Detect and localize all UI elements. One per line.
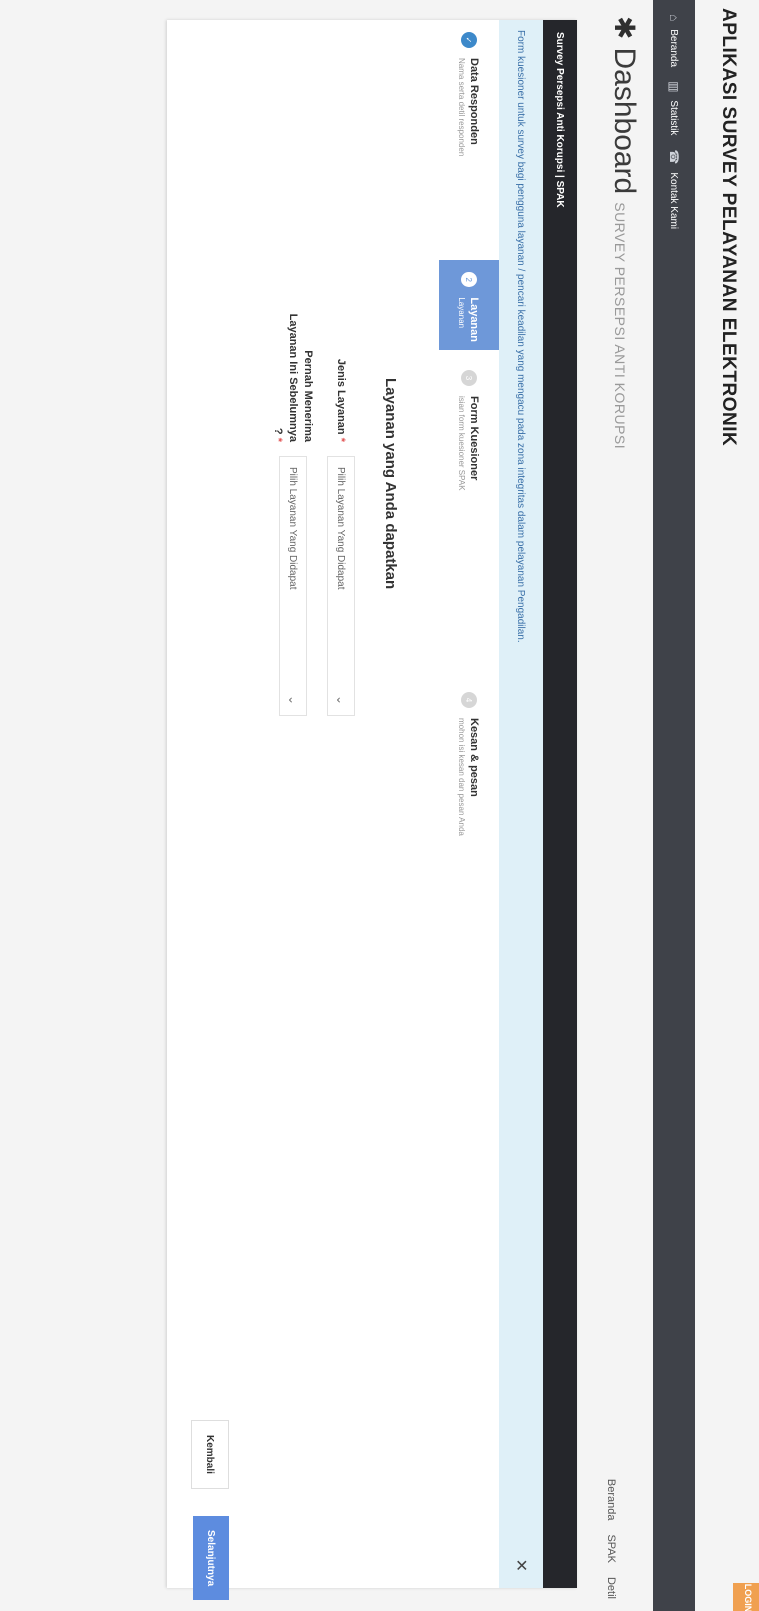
gear-icon: ✱	[609, 16, 640, 40]
required-mark: *	[335, 437, 348, 442]
nav-label: Kontak Kami	[668, 172, 680, 230]
step-layanan[interactable]: 2 Layanan Layanan	[439, 260, 499, 350]
step-title: Layanan	[468, 297, 481, 342]
select-placeholder: Pilih Layanan Yang Didapat	[335, 467, 347, 590]
nav-label: Statistik	[668, 100, 680, 136]
nav-item-beranda[interactable]: ⌂ Beranda	[667, 14, 681, 67]
step-title: Data Responden	[468, 58, 481, 145]
info-text: Form kuesioner untuk survey bagi penggun…	[515, 30, 527, 643]
next-button[interactable]: Selanjutnya	[193, 1516, 229, 1601]
page-title: Dashboard	[608, 47, 641, 195]
chevron-down-icon: ⌄	[285, 694, 300, 705]
breadcrumb-detil[interactable]: Detil	[605, 1577, 617, 1599]
field-label-text: Jenis Layanan	[335, 358, 348, 435]
step-subtitle: mohon isi kesan dan pesan Anda	[457, 718, 467, 836]
back-button[interactable]: Kembali	[191, 1420, 229, 1489]
breadcrumb-spak[interactable]: SPAK	[605, 1534, 617, 1563]
home-icon: ⌂	[667, 14, 681, 22]
form-title: Layanan yang Anda dapatkan	[382, 378, 399, 590]
nav-item-kontak[interactable]: ☎ Kontak Kami	[667, 149, 681, 229]
nav-item-statistik[interactable]: ▥ Statistik	[667, 81, 681, 135]
breadcrumb-beranda[interactable]: Beranda	[605, 1479, 617, 1521]
info-alert: Form kuesioner untuk survey bagi penggun…	[499, 20, 543, 1588]
panel-header: Survey Persepsi Anti Korupsi | SPAK	[543, 20, 577, 1588]
step-subtitle: Layanan	[457, 297, 467, 329]
select-placeholder: Pilih Layanan Yang Didapat	[287, 467, 299, 590]
step-form-kuesioner[interactable]: 3 Form Kuesioner isian form kuesioner SP…	[439, 350, 499, 680]
field-label: Jenis Layanan *	[334, 312, 349, 442]
step-number: 3	[461, 370, 477, 386]
field-label: Pernah Menerima Layanan Ini Sebelumnya ?…	[270, 312, 315, 442]
wizard-steps: ✓ Data Responden Nama serta detil respon…	[439, 20, 499, 1588]
form-row-pernah-menerima: Pernah Menerima Layanan Ini Sebelumnya ?…	[270, 312, 315, 716]
jenis-layanan-select[interactable]: Pilih Layanan Yang Didapat ⌄	[327, 456, 355, 716]
required-mark: *	[272, 437, 285, 442]
nav-label: Beranda	[668, 29, 680, 68]
step-data-responden[interactable]: ✓ Data Responden Nama serta detil respon…	[439, 20, 499, 260]
screen: APLIKASI SURVEY PELAYANAN ELEKTRONIK LOG…	[0, 0, 759, 1611]
step-title: Form Kuesioner	[468, 396, 481, 481]
dashboard-header: ✱ Dashboard SURVEY PERSEPSI ANTI KORUPSI	[607, 16, 641, 449]
field-label-text: Pernah Menerima Layanan Ini Sebelumnya ?	[272, 313, 314, 442]
app-title: APLIKASI SURVEY PELAYANAN ELEKTRONIK	[718, 8, 739, 447]
check-icon: ✓	[461, 32, 477, 48]
page-subtitle: SURVEY PERSEPSI ANTI KORUPSI	[612, 202, 628, 450]
step-subtitle: isian form kuesioner SPAK	[457, 396, 467, 491]
rotated-page: APLIKASI SURVEY PELAYANAN ELEKTRONIK LOG…	[0, 0, 759, 1611]
breadcrumb: Beranda SPAK Detil	[605, 1479, 617, 1599]
step-subtitle: Nama serta detil responden	[457, 58, 467, 157]
chart-icon: ▥	[667, 81, 681, 93]
login-button[interactable]: LOGIN	[733, 1583, 759, 1611]
step-number: 2	[461, 272, 477, 288]
close-icon[interactable]: ✕	[511, 1559, 531, 1572]
navbar: ⌂ Beranda ▥ Statistik ☎ Kontak Kami	[653, 0, 695, 1611]
survey-panel: Survey Persepsi Anti Korupsi | SPAK Form…	[167, 20, 577, 1601]
step-kesan-pesan[interactable]: 4 Kesan & pesan mohon isi kesan dan pesa…	[439, 680, 499, 992]
phone-icon: ☎	[667, 149, 681, 165]
step-number: 4	[461, 692, 477, 708]
form-row-jenis-layanan: Jenis Layanan * Pilih Layanan Yang Didap…	[327, 312, 355, 716]
pernah-menerima-select[interactable]: Pilih Layanan Yang Didapat ⌄	[278, 456, 307, 716]
chevron-down-icon: ⌄	[334, 694, 348, 705]
step-title: Kesan & pesan	[468, 718, 481, 797]
